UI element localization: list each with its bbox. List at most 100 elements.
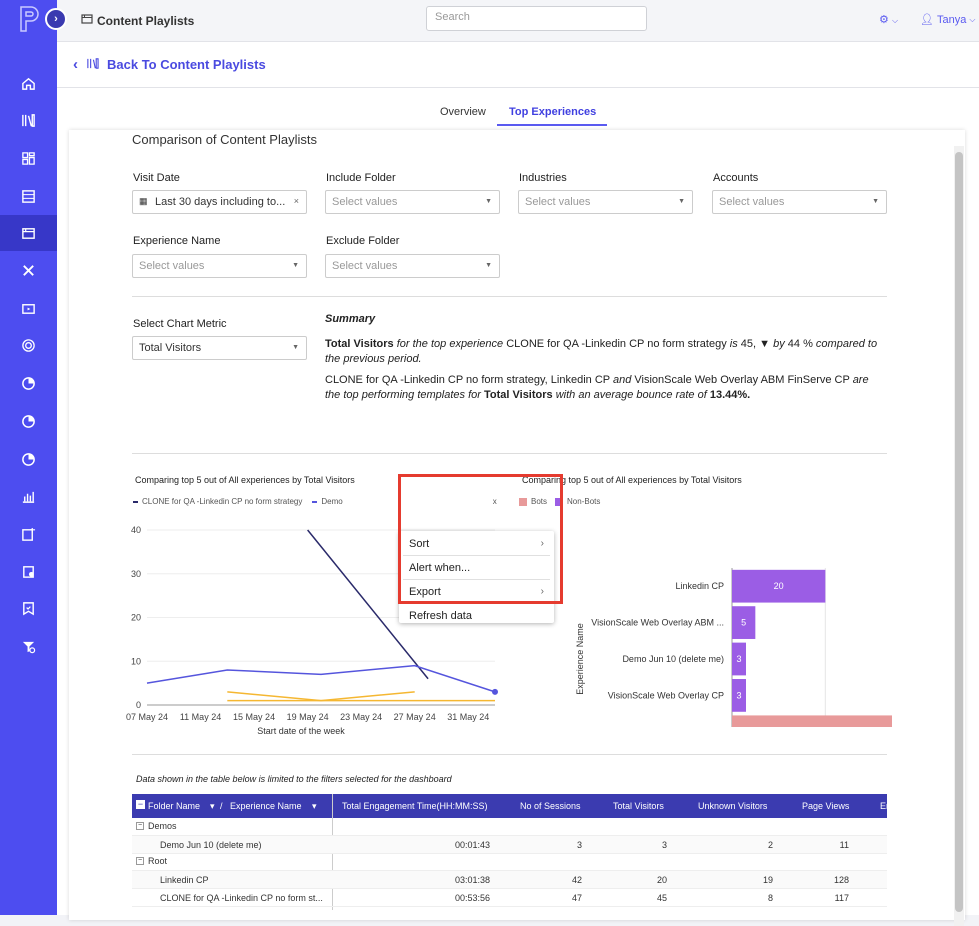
- media-icon[interactable]: [0, 290, 57, 326]
- category-label: Linkedin CP: [675, 581, 724, 591]
- table-group-row[interactable]: − Demos: [132, 818, 887, 836]
- sessions-cell: 42: [572, 875, 582, 885]
- bar: [732, 715, 892, 727]
- x-axis-label: Start date of the week: [257, 726, 345, 736]
- insights-icon[interactable]: [0, 441, 57, 477]
- column-header-engagement[interactable]: Total Engagement Time(HH:MM:SS): [342, 801, 488, 811]
- category-label: VisionScale Web Overlay ABM ...: [591, 618, 724, 628]
- table-row[interactable]: CLONE for QA -Linkedin CP no form st... …: [132, 889, 887, 907]
- menu-item-export[interactable]: Export: [409, 586, 441, 598]
- legend-entry-non-bots[interactable]: Non-Bots: [567, 497, 600, 506]
- chevron-right-icon: ›: [541, 538, 544, 549]
- chevron-down-icon: ⌵: [892, 16, 898, 25]
- tab-overview[interactable]: Overview: [440, 106, 486, 118]
- tab-top-experiences[interactable]: Top Experiences: [509, 106, 596, 118]
- clipboard-icon[interactable]: [0, 553, 57, 589]
- table-row[interactable]: Demo Jun 10 (delete me) 00:01:43 3 3 2 1…: [132, 836, 887, 854]
- summary-name: VisionScale Web Overlay ABM FinServe CP: [634, 374, 849, 386]
- add-report-icon[interactable]: [0, 516, 57, 552]
- x-tick-label: 11 May 24: [180, 712, 221, 722]
- filter-settings-icon[interactable]: [0, 628, 57, 664]
- table-header: − Folder Name ▾ / Experience Name ▾ Tota…: [132, 794, 887, 818]
- bookmark-check-icon[interactable]: [0, 590, 57, 626]
- column-header-visitors[interactable]: Total Visitors: [613, 801, 664, 811]
- page-views-cell: 117: [835, 893, 849, 903]
- column-header-truncated[interactable]: En: [880, 801, 891, 811]
- menu-item-refresh-data[interactable]: Refresh data: [409, 610, 472, 622]
- accounts-select[interactable]: Select values▼: [712, 190, 887, 214]
- page-views-cell: 11: [840, 840, 849, 850]
- x-tick-label: 31 May 24: [447, 712, 489, 722]
- user-menu[interactable]: 👤︎ Tanya ⌵: [920, 13, 975, 26]
- template-icon[interactable]: [0, 178, 57, 214]
- summary-names: CLONE for QA -Linkedin CP no form strate…: [325, 374, 610, 386]
- collapse-icon[interactable]: −: [136, 822, 144, 830]
- column-header-experience[interactable]: Experience Name: [230, 801, 302, 811]
- tools-icon[interactable]: [0, 252, 57, 288]
- legend-entry[interactable]: Demo: [321, 497, 342, 506]
- menu-item-alert-when[interactable]: Alert when...: [409, 562, 470, 574]
- dashboard-icon[interactable]: [0, 140, 57, 176]
- divider: [132, 296, 887, 297]
- playlist-icon: [81, 13, 93, 28]
- chart-metric-label: Select Chart Metric: [133, 318, 227, 330]
- group-name: Root: [148, 856, 167, 866]
- home-icon[interactable]: [0, 65, 57, 101]
- bar-chart[interactable]: 02040Experience NameLinkedin CP20VisionS…: [512, 512, 892, 727]
- summary-text: with an average bounce rate of: [556, 389, 707, 401]
- down-arrow-icon: ▼: [759, 338, 770, 350]
- experience-name-cell: Demo Jun 10 (delete me): [160, 840, 262, 850]
- visitors-cell: 45: [657, 893, 667, 903]
- legend-entry[interactable]: CLONE for QA -Linkedin CP no form strate…: [142, 497, 302, 506]
- engagement-cell: 03:01:38: [455, 875, 490, 885]
- chart-metric-select[interactable]: Total Visitors▼: [132, 336, 307, 360]
- collapse-all-icon[interactable]: −: [136, 800, 145, 809]
- analytics-icon[interactable]: [0, 365, 57, 401]
- experience-name-label: Experience Name: [133, 235, 220, 247]
- summary-value: 45,: [741, 338, 756, 350]
- content-playlists-icon[interactable]: [0, 215, 57, 251]
- summary-bounce-rate: 13.44%.: [710, 389, 750, 401]
- sort-icon[interactable]: ▾: [312, 801, 317, 812]
- column-header-sessions[interactable]: No of Sessions: [520, 801, 581, 811]
- visit-date-select[interactable]: ▦ Last 30 days including to... ×: [132, 190, 307, 214]
- column-header-folder[interactable]: Folder Name: [148, 801, 200, 811]
- x-tick-label: 07 May 24: [126, 712, 168, 722]
- unknown-cell: 2: [768, 840, 773, 850]
- settings-menu[interactable]: ⚙ ⌵: [879, 13, 898, 26]
- summary-experience: CLONE for QA -Linkedin CP no form strate…: [506, 338, 727, 350]
- back-link[interactable]: ‹ Back To Content Playlists: [57, 42, 979, 88]
- target-icon[interactable]: [0, 327, 57, 363]
- collapse-icon[interactable]: −: [136, 857, 144, 865]
- exclude-folder-label: Exclude Folder: [326, 235, 399, 247]
- bar-chart-icon[interactable]: [0, 478, 57, 514]
- legend-entry-bots[interactable]: Bots: [531, 497, 547, 506]
- legend-swatch-non-bots: [555, 498, 563, 506]
- column-header-page-views[interactable]: Page Views: [802, 801, 849, 811]
- experience-name-select[interactable]: Select values▼: [132, 254, 307, 278]
- legend-entry[interactable]: x: [493, 497, 497, 506]
- menu-item-sort[interactable]: Sort: [409, 538, 429, 550]
- include-folder-select[interactable]: Select values▼: [325, 190, 500, 214]
- reports-icon[interactable]: [0, 403, 57, 439]
- main-content: ‹ Back To Content Playlists Overview Top…: [57, 42, 979, 915]
- summary-text: and: [613, 374, 631, 386]
- scrollbar-thumb[interactable]: [955, 152, 963, 912]
- industries-select[interactable]: Select values▼: [518, 190, 693, 214]
- table-group-row[interactable]: − Root: [132, 853, 887, 871]
- clear-icon[interactable]: ×: [294, 196, 299, 206]
- sort-icon[interactable]: ▾: [210, 801, 215, 812]
- legend-swatch: [133, 501, 138, 503]
- sessions-cell: 47: [572, 893, 582, 903]
- expand-sidebar-button[interactable]: ›: [45, 8, 67, 30]
- unknown-cell: 19: [763, 875, 773, 885]
- search-input[interactable]: Search: [426, 6, 647, 31]
- caret-down-icon: ▼: [292, 344, 299, 351]
- library-icon[interactable]: [0, 102, 57, 138]
- summary-text: by: [773, 338, 785, 350]
- column-header-unknown[interactable]: Unknown Visitors: [698, 801, 767, 811]
- bar-value-label: 3: [736, 690, 741, 700]
- table-row[interactable]: Linkedin CP 03:01:38 42 20 19 128: [132, 871, 887, 889]
- exclude-folder-select[interactable]: Select values▼: [325, 254, 500, 278]
- bar-value-label: 5: [741, 618, 746, 628]
